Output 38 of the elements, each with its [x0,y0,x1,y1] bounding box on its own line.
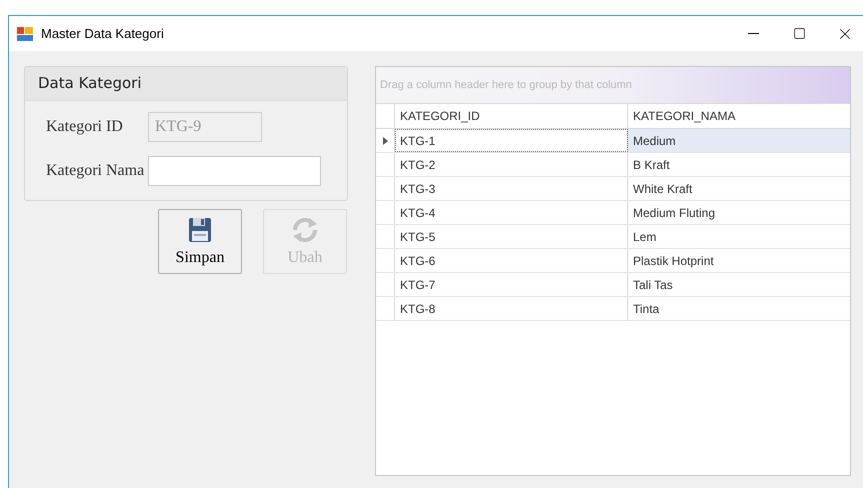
table-cell: KTG-5 [395,225,628,248]
table-cell-text: Tali Tas [632,276,674,294]
table-cell: KTG-7 [395,273,628,296]
table-cell-text: Tinta [632,300,660,318]
grid-row[interactable]: KTG-1 Medium [376,129,850,153]
grid-row[interactable]: KTG-6 Plastik Hotprint [376,249,850,273]
table-cell: Medium [628,129,850,152]
grid-row[interactable]: KTG-4 Medium Fluting [376,201,850,225]
row-indicator-icon [382,136,388,144]
grid-row[interactable]: KTG-7 Tali Tas [376,273,850,297]
table-cell-text: Medium Fluting [632,204,716,222]
window-title: Master Data Kategori [41,24,164,43]
grid-row[interactable]: KTG-5 Lem [376,225,850,249]
group-panel-hint: Drag a column header here to group by that column [380,78,632,93]
table-cell: KTG-1 [395,129,628,152]
save-button[interactable]: Simpan [158,209,242,274]
column-header[interactable]: KATEGORI_ID [395,104,628,128]
grid-row[interactable]: KTG-3 White Kraft [376,177,850,201]
table-cell: KTG-2 [395,153,628,176]
input-field[interactable] [148,156,321,186]
table-cell: KTG-4 [395,201,628,224]
table-cell: KTG-6 [395,249,628,272]
column-header[interactable]: KATEGORI_NAMA [628,104,850,128]
field-label: Kategori ID [45,117,124,137]
table-cell: KTG-8 [395,297,628,320]
grid-row[interactable]: KTG-2 B Kraft [376,153,850,177]
maximize-icon [792,27,806,40]
table-cell-text: Lem [632,228,658,246]
refresh-icon [291,217,319,243]
table-cell: KTG-3 [395,177,628,200]
group-title: Data Kategori [38,73,142,94]
app-icon [17,26,33,40]
field-label: Kategori Nama [45,161,146,181]
grid-row[interactable]: KTG-8 Tinta [376,297,850,321]
table-cell-text: B Kraft [632,156,671,174]
table-cell-text: White Kraft [632,180,694,198]
table-cell-text: Plastik Hotprint [632,252,715,270]
minimize-icon [748,33,758,34]
